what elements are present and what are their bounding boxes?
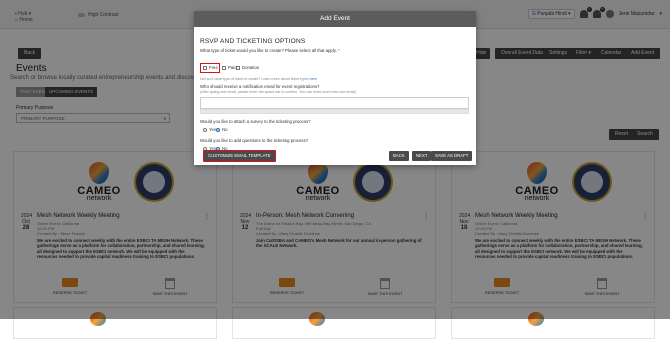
checkbox[interactable] <box>236 65 240 70</box>
modal-title: Add Event <box>194 11 476 27</box>
ticket-option-paid[interactable]: Paid <box>222 65 237 70</box>
radio-button[interactable] <box>216 127 220 132</box>
ticket-option-donation[interactable]: Donation <box>236 65 259 70</box>
add-event-modal: Add Event RSVP AND TICKETING OPTIONS Wha… <box>194 11 476 165</box>
ticket-type-question: What type of ticket would you like to cr… <box>200 48 340 53</box>
ticket-types-link[interactable]: here <box>310 77 317 81</box>
ticket-option-free[interactable]: Free <box>203 65 218 70</box>
survey-question: Would you like to attach a survey to the… <box>200 119 311 124</box>
back-button[interactable]: BACK <box>389 151 409 161</box>
horizontal-scrollbar[interactable] <box>200 109 469 114</box>
section-title: RSVP AND TICKETING OPTIONS <box>200 38 306 45</box>
notification-email-input[interactable] <box>200 97 469 109</box>
checkbox[interactable] <box>203 65 207 70</box>
ticket-type-hint: Not sure what type of ticket to create? … <box>200 77 317 81</box>
radio-button[interactable] <box>203 127 207 132</box>
questions-question: Would you like to add questions to the t… <box>200 138 309 143</box>
email-question: Who should receive a notification email … <box>200 84 320 89</box>
survey-no[interactable]: No <box>216 127 228 132</box>
next-button[interactable]: NEXT <box>412 151 432 161</box>
save-as-draft-button[interactable]: SAVE AS DRAFT <box>431 151 473 161</box>
customize-email-template-button[interactable]: CUSTOMIZE EMAIL TEMPLATE <box>203 150 276 162</box>
email-hint: (After typing one email, please enter th… <box>200 90 357 94</box>
survey-yes[interactable]: Yes <box>203 127 216 132</box>
checkbox[interactable] <box>222 65 226 70</box>
